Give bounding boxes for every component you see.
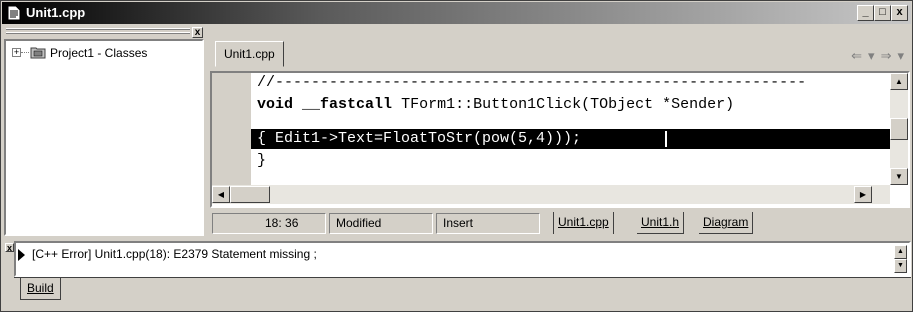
tab-unit1-cpp[interactable]: Unit1.cpp bbox=[215, 41, 284, 67]
horizontal-scroll-thumb[interactable] bbox=[230, 186, 270, 203]
close-button[interactable]: x bbox=[891, 5, 908, 21]
message-spinner: ▲ ▼ bbox=[894, 245, 907, 273]
navigation-arrows: ⇐ ▾ ⇒ ▾ bbox=[847, 48, 906, 64]
scroll-up-icon[interactable]: ▲ bbox=[890, 73, 908, 90]
code-line-3: { Edit1->Text=FloatToStr(pow(5,4))); bbox=[257, 130, 582, 147]
current-message-arrow-icon bbox=[18, 249, 25, 261]
keyword-void: void bbox=[257, 96, 294, 113]
cursor-position: 18: 36 bbox=[212, 213, 326, 234]
scroll-down-icon[interactable]: ▼ bbox=[890, 168, 908, 185]
tab-unit1-h[interactable]: Unit1.h bbox=[637, 212, 685, 234]
code-line-1: //--------------------------------------… bbox=[257, 74, 807, 91]
scroll-right-icon[interactable]: ▶ bbox=[854, 186, 872, 203]
class-explorer: x + Project1 - Classes bbox=[4, 26, 204, 236]
ide-window: Unit1.cpp _ □ x x + Project1 - Classes U… bbox=[0, 0, 913, 312]
modified-indicator: Modified bbox=[329, 213, 433, 234]
code-line-2: void __fastcall TForm1::Button1Click(TOb… bbox=[257, 95, 734, 115]
message-divider bbox=[14, 277, 911, 278]
tab-diagram[interactable]: Diagram bbox=[699, 212, 754, 234]
message-list[interactable]: [C++ Error] Unit1.cpp(18): E2379 Stateme… bbox=[14, 241, 911, 277]
explorer-grip[interactable]: x bbox=[4, 26, 204, 39]
window-title: Unit1.cpp bbox=[26, 5, 86, 20]
editor-pane: Unit1.cpp ⇐ ▾ ⇒ ▾ //-----------------------… bbox=[209, 26, 912, 240]
editor-gutter[interactable] bbox=[212, 73, 251, 185]
message-grip[interactable]: x bbox=[4, 241, 14, 311]
spin-up-icon[interactable]: ▲ bbox=[894, 245, 907, 259]
code-line-4: } bbox=[257, 152, 267, 169]
editor-status-bar: 18: 36 Modified Insert Unit1.cpp Unit1.h… bbox=[209, 210, 912, 237]
tree-expand-icon[interactable]: + bbox=[12, 48, 21, 57]
explorer-close-icon[interactable]: x bbox=[192, 27, 203, 38]
forward-dropdown-icon[interactable]: ▾ bbox=[897, 48, 906, 63]
spin-down-icon[interactable]: ▼ bbox=[894, 259, 907, 273]
error-message[interactable]: [C++ Error] Unit1.cpp(18): E2379 Stateme… bbox=[32, 247, 317, 261]
tree-connector bbox=[21, 52, 29, 53]
horizontal-scrollbar[interactable]: ◀ ▶ bbox=[212, 185, 890, 204]
vertical-scrollbar[interactable]: ▲ ▼ bbox=[890, 73, 908, 185]
function-signature: TForm1::Button1Click(TObject *Sender) bbox=[401, 96, 735, 113]
tab-unit1-cpp-bottom[interactable]: Unit1.cpp bbox=[553, 212, 614, 234]
text-caret bbox=[665, 131, 667, 147]
insert-mode-indicator: Insert bbox=[436, 213, 540, 234]
forward-arrow-icon[interactable]: ⇒ bbox=[881, 48, 894, 63]
minimize-button[interactable]: _ bbox=[857, 5, 874, 21]
maximize-button[interactable]: □ bbox=[874, 5, 891, 21]
title-bar[interactable]: Unit1.cpp _ □ x bbox=[2, 2, 911, 24]
explorer-tree[interactable]: + Project1 - Classes bbox=[4, 39, 204, 236]
tab-build[interactable]: Build bbox=[20, 278, 61, 300]
tree-item-project1-classes[interactable]: Project1 - Classes bbox=[50, 46, 147, 60]
code-editor[interactable]: //--------------------------------------… bbox=[210, 71, 910, 208]
message-pane: x [C++ Error] Unit1.cpp(18): E2379 State… bbox=[4, 241, 911, 311]
vertical-scroll-thumb[interactable] bbox=[890, 118, 908, 140]
code-text-area[interactable]: //--------------------------------------… bbox=[251, 73, 890, 185]
back-arrow-icon[interactable]: ⇐ bbox=[851, 48, 864, 63]
document-icon bbox=[7, 5, 21, 21]
keyword-fastcall: __fastcall bbox=[302, 96, 393, 113]
message-close-icon[interactable]: x bbox=[5, 243, 14, 253]
back-dropdown-icon[interactable]: ▾ bbox=[868, 48, 877, 63]
classes-folder-icon bbox=[30, 47, 46, 59]
scroll-left-icon[interactable]: ◀ bbox=[212, 186, 230, 203]
